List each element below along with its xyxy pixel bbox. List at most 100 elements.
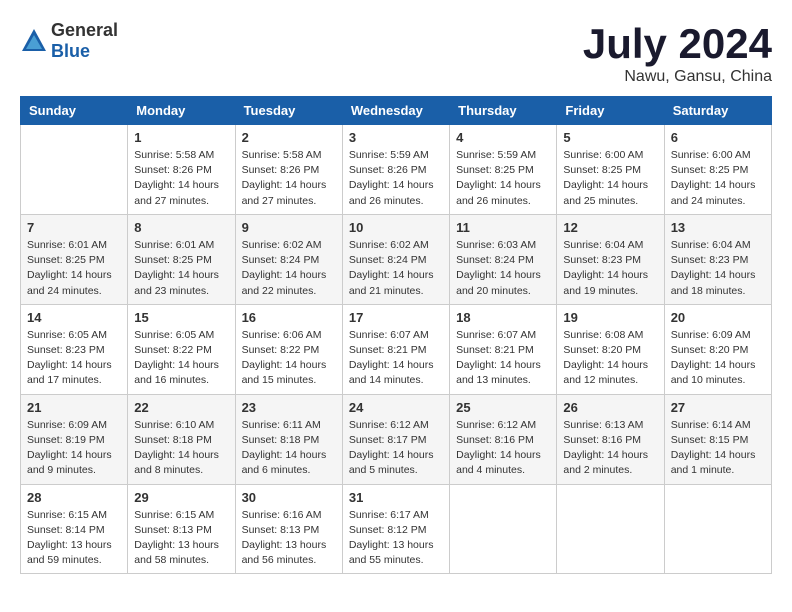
- cell-date-number: 30: [242, 490, 336, 505]
- calendar-cell: 8 Sunrise: 6:01 AM Sunset: 8:25 PM Daylig…: [128, 214, 235, 304]
- cell-date-number: 25: [456, 400, 550, 415]
- cell-date-number: 9: [242, 220, 336, 235]
- cell-content: Sunrise: 6:03 AM Sunset: 8:24 PM Dayligh…: [456, 238, 550, 299]
- calendar-week-row: 1Sunrise: 5:58 AM Sunset: 8:26 PM Daylig…: [21, 125, 772, 215]
- cell-content: Sunrise: 6:07 AM Sunset: 8:21 PM Dayligh…: [349, 328, 443, 389]
- calendar-week-row: 7 Sunrise: 6:01 AM Sunset: 8:25 PM Daylig…: [21, 214, 772, 304]
- cell-date-number: 8: [134, 220, 228, 235]
- cell-content: Sunrise: 6:04 AM Sunset: 8:23 PM Dayligh…: [563, 238, 657, 299]
- cell-content: Sunrise: 6:05 AM Sunset: 8:22 PM Dayligh…: [134, 328, 228, 389]
- title-block: July 2024 Nawu, Gansu, China: [583, 20, 772, 86]
- cell-date-number: 21: [27, 400, 121, 415]
- calendar-cell: 28Sunrise: 6:15 AM Sunset: 8:14 PM Dayli…: [21, 484, 128, 574]
- cell-date-number: 20: [671, 310, 765, 325]
- calendar-cell: 30Sunrise: 6:16 AM Sunset: 8:13 PM Dayli…: [235, 484, 342, 574]
- calendar-cell: 15 Sunrise: 6:05 AM Sunset: 8:22 PM Dayli…: [128, 304, 235, 394]
- cell-date-number: 1: [134, 130, 228, 145]
- cell-content: Sunrise: 6:13 AM Sunset: 8:16 PM Dayligh…: [563, 418, 657, 479]
- cell-date-number: 7: [27, 220, 121, 235]
- calendar-cell: 6Sunrise: 6:00 AM Sunset: 8:25 PM Daylig…: [664, 125, 771, 215]
- cell-content: Sunrise: 6:11 AM Sunset: 8:18 PM Dayligh…: [242, 418, 336, 479]
- cell-content: Sunrise: 6:12 AM Sunset: 8:17 PM Dayligh…: [349, 418, 443, 479]
- logo: General Blue: [20, 20, 118, 62]
- cell-content: Sunrise: 6:08 AM Sunset: 8:20 PM Dayligh…: [563, 328, 657, 389]
- calendar-cell: 5Sunrise: 6:00 AM Sunset: 8:25 PM Daylig…: [557, 125, 664, 215]
- cell-content: Sunrise: 6:05 AM Sunset: 8:23 PM Dayligh…: [27, 328, 121, 389]
- calendar-cell: 21 Sunrise: 6:09 AM Sunset: 8:19 PM Dayli…: [21, 394, 128, 484]
- calendar-cell: 11 Sunrise: 6:03 AM Sunset: 8:24 PM Dayli…: [450, 214, 557, 304]
- cell-content: Sunrise: 6:02 AM Sunset: 8:24 PM Dayligh…: [242, 238, 336, 299]
- calendar-cell: 3 Sunrise: 5:59 AM Sunset: 8:26 PM Daylig…: [342, 125, 449, 215]
- cell-content: Sunrise: 6:09 AM Sunset: 8:20 PM Dayligh…: [671, 328, 765, 389]
- cell-content: Sunrise: 6:01 AM Sunset: 8:25 PM Dayligh…: [27, 238, 121, 299]
- cell-date-number: 3: [349, 130, 443, 145]
- cell-date-number: 23: [242, 400, 336, 415]
- calendar-week-row: 21 Sunrise: 6:09 AM Sunset: 8:19 PM Dayli…: [21, 394, 772, 484]
- calendar-cell: [21, 125, 128, 215]
- calendar-cell: 2Sunrise: 5:58 AM Sunset: 8:26 PM Daylig…: [235, 125, 342, 215]
- cell-content: Sunrise: 6:01 AM Sunset: 8:25 PM Dayligh…: [134, 238, 228, 299]
- logo-general-text: General: [51, 20, 118, 40]
- calendar-cell: 31Sunrise: 6:17 AM Sunset: 8:12 PM Dayli…: [342, 484, 449, 574]
- calendar-cell: 23 Sunrise: 6:11 AM Sunset: 8:18 PM Dayli…: [235, 394, 342, 484]
- cell-date-number: 16: [242, 310, 336, 325]
- cell-date-number: 17: [349, 310, 443, 325]
- cell-date-number: 10: [349, 220, 443, 235]
- day-header-thursday: Thursday: [450, 97, 557, 125]
- day-header-wednesday: Wednesday: [342, 97, 449, 125]
- cell-date-number: 26: [563, 400, 657, 415]
- cell-date-number: 11: [456, 220, 550, 235]
- calendar-cell: 14 Sunrise: 6:05 AM Sunset: 8:23 PM Dayli…: [21, 304, 128, 394]
- cell-date-number: 22: [134, 400, 228, 415]
- day-header-sunday: Sunday: [21, 97, 128, 125]
- cell-content: Sunrise: 6:15 AM Sunset: 8:14 PM Dayligh…: [27, 508, 121, 569]
- day-header-monday: Monday: [128, 97, 235, 125]
- cell-date-number: 15: [134, 310, 228, 325]
- calendar-table: SundayMondayTuesdayWednesdayThursdayFrid…: [20, 96, 772, 574]
- location-subtitle: Nawu, Gansu, China: [583, 68, 772, 86]
- calendar-cell: 13 Sunrise: 6:04 AM Sunset: 8:23 PM Dayli…: [664, 214, 771, 304]
- calendar-cell: 10 Sunrise: 6:02 AM Sunset: 8:24 PM Dayli…: [342, 214, 449, 304]
- day-header-saturday: Saturday: [664, 97, 771, 125]
- cell-content: Sunrise: 6:10 AM Sunset: 8:18 PM Dayligh…: [134, 418, 228, 479]
- calendar-cell: 12 Sunrise: 6:04 AM Sunset: 8:23 PM Dayli…: [557, 214, 664, 304]
- calendar-cell: [450, 484, 557, 574]
- calendar-cell: 7 Sunrise: 6:01 AM Sunset: 8:25 PM Daylig…: [21, 214, 128, 304]
- cell-date-number: 13: [671, 220, 765, 235]
- calendar-header-row: SundayMondayTuesdayWednesdayThursdayFrid…: [21, 97, 772, 125]
- calendar-week-row: 28Sunrise: 6:15 AM Sunset: 8:14 PM Dayli…: [21, 484, 772, 574]
- cell-content: Sunrise: 5:59 AM Sunset: 8:25 PM Dayligh…: [456, 148, 550, 209]
- calendar-cell: 29Sunrise: 6:15 AM Sunset: 8:13 PM Dayli…: [128, 484, 235, 574]
- cell-content: Sunrise: 6:14 AM Sunset: 8:15 PM Dayligh…: [671, 418, 765, 479]
- calendar-week-row: 14 Sunrise: 6:05 AM Sunset: 8:23 PM Dayli…: [21, 304, 772, 394]
- calendar-cell: [664, 484, 771, 574]
- cell-date-number: 4: [456, 130, 550, 145]
- cell-date-number: 29: [134, 490, 228, 505]
- cell-content: Sunrise: 6:06 AM Sunset: 8:22 PM Dayligh…: [242, 328, 336, 389]
- calendar-cell: 26 Sunrise: 6:13 AM Sunset: 8:16 PM Dayli…: [557, 394, 664, 484]
- calendar-cell: 17 Sunrise: 6:07 AM Sunset: 8:21 PM Dayli…: [342, 304, 449, 394]
- cell-content: Sunrise: 6:04 AM Sunset: 8:23 PM Dayligh…: [671, 238, 765, 299]
- month-title: July 2024: [583, 20, 772, 68]
- day-header-friday: Friday: [557, 97, 664, 125]
- cell-date-number: 27: [671, 400, 765, 415]
- calendar-cell: 19 Sunrise: 6:08 AM Sunset: 8:20 PM Dayli…: [557, 304, 664, 394]
- cell-date-number: 14: [27, 310, 121, 325]
- cell-date-number: 12: [563, 220, 657, 235]
- cell-date-number: 19: [563, 310, 657, 325]
- calendar-cell: 22 Sunrise: 6:10 AM Sunset: 8:18 PM Dayli…: [128, 394, 235, 484]
- calendar-cell: 25 Sunrise: 6:12 AM Sunset: 8:16 PM Dayli…: [450, 394, 557, 484]
- page-header: General Blue July 2024 Nawu, Gansu, Chin…: [20, 20, 772, 86]
- logo-blue-text: Blue: [51, 41, 90, 61]
- calendar-cell: 24 Sunrise: 6:12 AM Sunset: 8:17 PM Dayli…: [342, 394, 449, 484]
- cell-date-number: 31: [349, 490, 443, 505]
- cell-content: Sunrise: 5:59 AM Sunset: 8:26 PM Dayligh…: [349, 148, 443, 209]
- calendar-cell: 20 Sunrise: 6:09 AM Sunset: 8:20 PM Dayli…: [664, 304, 771, 394]
- cell-content: Sunrise: 6:09 AM Sunset: 8:19 PM Dayligh…: [27, 418, 121, 479]
- cell-content: Sunrise: 6:02 AM Sunset: 8:24 PM Dayligh…: [349, 238, 443, 299]
- calendar-cell: 27 Sunrise: 6:14 AM Sunset: 8:15 PM Dayli…: [664, 394, 771, 484]
- cell-date-number: 2: [242, 130, 336, 145]
- cell-date-number: 24: [349, 400, 443, 415]
- cell-date-number: 18: [456, 310, 550, 325]
- cell-content: Sunrise: 6:12 AM Sunset: 8:16 PM Dayligh…: [456, 418, 550, 479]
